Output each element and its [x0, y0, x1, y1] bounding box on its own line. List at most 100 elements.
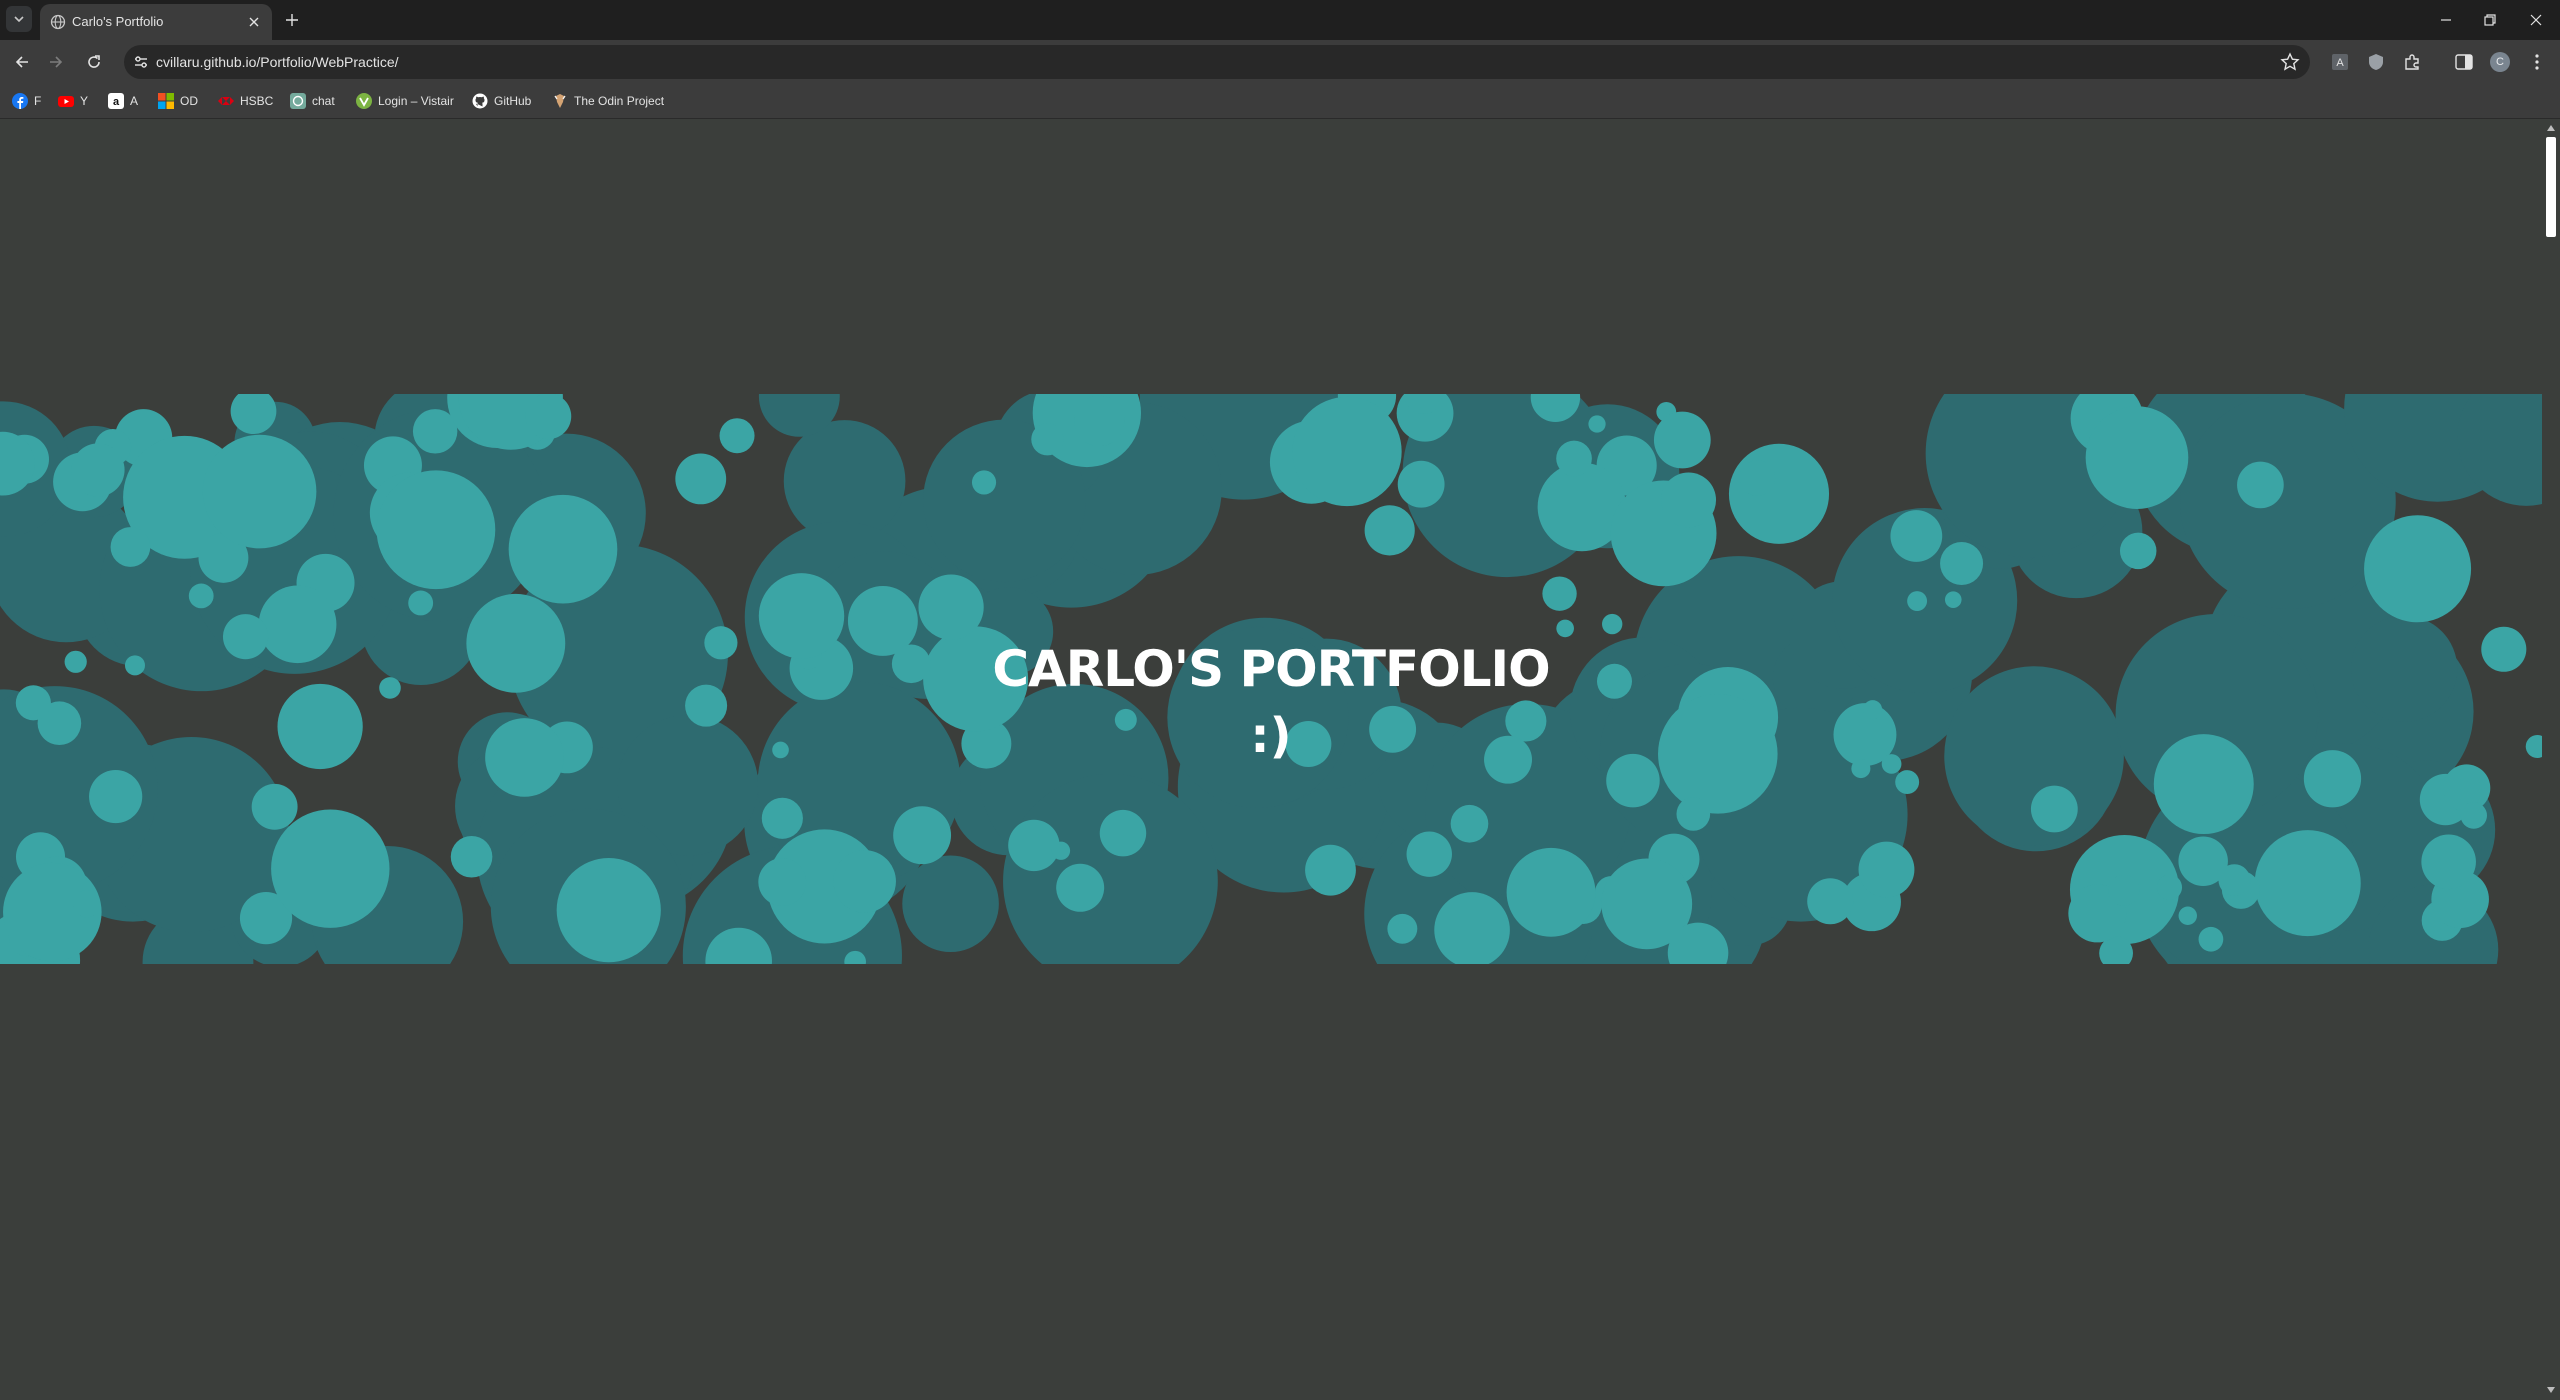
bubble-light	[556, 858, 661, 963]
scroll-up-arrow[interactable]	[2546, 123, 2556, 133]
restore-button[interactable]	[2470, 4, 2510, 36]
bookmark-github[interactable]: GitHub	[472, 91, 531, 111]
bubble-light	[1895, 770, 1920, 795]
star-icon[interactable]	[2280, 52, 2300, 72]
github-icon	[472, 93, 488, 109]
svg-text:A: A	[2336, 57, 2344, 69]
page-content: CARLO'S PORTFOLIO :)	[0, 119, 2542, 1400]
bubble-light	[1676, 797, 1711, 831]
bubble-light	[1890, 510, 1943, 562]
triangle-down-icon	[2547, 1387, 2555, 1393]
bubble-light	[2030, 785, 2078, 833]
bubble-light	[408, 590, 434, 616]
bubble-light	[2119, 532, 2157, 570]
bubble-light	[1556, 619, 1574, 638]
bubble-light	[71, 443, 125, 497]
chat-icon	[290, 93, 306, 109]
new-tab-button[interactable]	[280, 8, 304, 32]
bubble-light	[1051, 841, 1071, 860]
bookmark-vistair[interactable]: Login – Vistair	[356, 91, 454, 111]
bubble-light	[1056, 863, 1105, 912]
hero-banner: CARLO'S PORTFOLIO :)	[0, 394, 2542, 964]
bubble-light	[1739, 460, 1776, 496]
svg-text:a: a	[113, 96, 120, 108]
bubble-light	[918, 574, 984, 640]
youtube-icon	[58, 96, 74, 107]
bubble-light	[761, 797, 803, 839]
bubble-light	[1008, 819, 1060, 872]
bubble-light	[1074, 395, 1125, 447]
close-icon	[2530, 14, 2542, 26]
bubble-light	[1406, 831, 1452, 877]
tab-close-button[interactable]	[244, 12, 264, 32]
microsoft-icon	[158, 93, 174, 109]
bubble-light	[1099, 809, 1147, 857]
bubble-light	[675, 453, 727, 505]
arrow-right-icon	[50, 56, 63, 68]
more-menu-icon[interactable]	[2527, 52, 2547, 72]
bubble-light	[833, 850, 896, 913]
extension-a-icon[interactable]: A	[2330, 52, 2350, 72]
puzzle-icon[interactable]	[2402, 52, 2422, 72]
bubble-light	[73, 890, 101, 918]
bubble-light	[2421, 834, 2476, 890]
bubble-light	[188, 583, 214, 609]
bubble-light	[1728, 443, 1830, 544]
bubble-light	[1364, 505, 1415, 556]
bubble-dark	[902, 855, 999, 953]
back-button[interactable]	[8, 48, 36, 76]
profile-avatar[interactable]: C	[2490, 52, 2510, 72]
odin-icon	[554, 94, 566, 108]
tab-active[interactable]: Carlo's Portfolio	[40, 4, 272, 40]
hero-subtitle: :)	[1250, 708, 1292, 764]
bubble-light	[2237, 461, 2284, 509]
bookmark-chat[interactable]: chat	[290, 91, 335, 111]
tab-title: Carlo's Portfolio	[72, 14, 164, 29]
shield-icon[interactable]	[2366, 52, 2386, 72]
bubble-light	[1506, 847, 1596, 937]
reload-button[interactable]	[80, 48, 108, 76]
forward-button[interactable]	[42, 48, 70, 76]
bookmark-hsbc[interactable]: HSBC	[218, 91, 273, 111]
address-bar[interactable]: cvillaru.github.io/Portfolio/WebPractice…	[124, 45, 2310, 79]
page-scrollbar[interactable]	[2542, 119, 2560, 1400]
close-icon	[249, 17, 259, 27]
side-panel-icon[interactable]	[2454, 52, 2474, 72]
minimize-button[interactable]	[2426, 4, 2466, 36]
bubble-light	[2364, 515, 2472, 623]
bubble-light	[251, 783, 298, 830]
bookmarks-bar: F Y a A OD HSBC chat Login – Vistair Git…	[0, 84, 2560, 119]
hero-title: CARLO'S PORTFOLIO	[992, 640, 1550, 698]
close-window-button[interactable]	[2516, 4, 2556, 36]
triangle-up-icon	[2547, 125, 2555, 131]
arrow-left-icon	[15, 56, 28, 68]
bubble-light	[971, 470, 997, 495]
amazon-icon: a	[108, 93, 124, 109]
site-info-icon[interactable]	[132, 53, 150, 71]
bubble-light	[1588, 415, 1606, 433]
bookmark-odin-project[interactable]: The Odin Project	[552, 91, 664, 111]
bubble-light	[1661, 472, 1717, 528]
scroll-thumb[interactable]	[2546, 137, 2556, 237]
bubble-light	[1907, 591, 1928, 611]
bubble-light	[1653, 411, 1711, 469]
bubble-light	[2218, 864, 2251, 896]
bubble-light	[110, 527, 151, 567]
bookmark-facebook[interactable]: F	[12, 91, 41, 111]
bubble-light	[202, 434, 317, 549]
bubble-light	[1807, 878, 1854, 925]
reload-icon	[88, 55, 100, 68]
bookmark-od[interactable]: OD	[158, 91, 198, 111]
tab-search-button[interactable]	[6, 6, 32, 32]
facebook-icon	[12, 93, 28, 109]
scroll-down-arrow[interactable]	[2546, 1385, 2556, 1395]
bubble-light	[1940, 542, 1984, 586]
bookmark-amazon[interactable]: a A	[108, 91, 138, 111]
restore-icon	[2484, 14, 2496, 26]
minimize-icon	[2441, 19, 2451, 21]
bubble-light	[2460, 802, 2488, 829]
bookmark-youtube[interactable]: Y	[58, 91, 88, 111]
bubble-light	[1556, 440, 1592, 477]
url-text[interactable]: cvillaru.github.io/Portfolio/WebPractice…	[156, 54, 399, 70]
bubble-light	[2156, 874, 2183, 900]
